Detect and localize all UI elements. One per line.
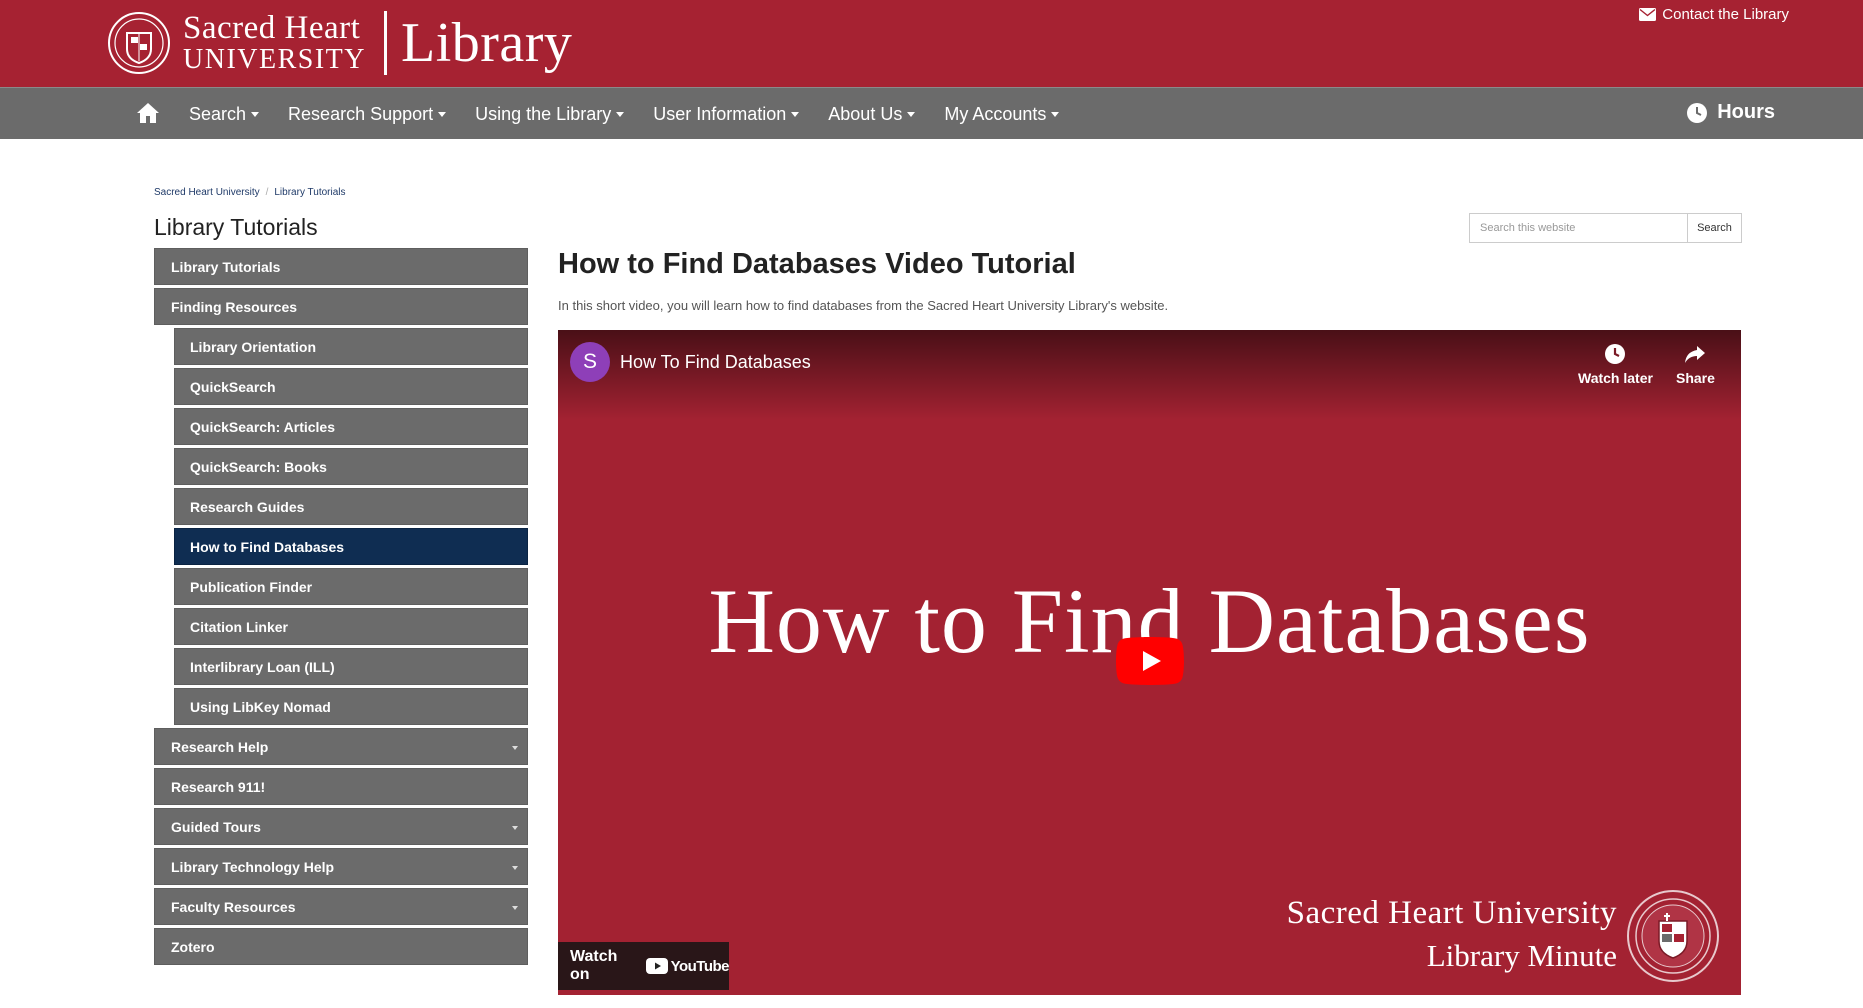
video-branding-line1: Sacred Heart University [1286, 895, 1617, 931]
share-arrow-icon [1685, 346, 1706, 363]
sidebar-item-quicksearch-articles[interactable]: QuickSearch: Articles [174, 408, 528, 445]
page-description: In this short video, you will learn how … [558, 298, 1169, 313]
youtube-wordmark: YouTube [670, 957, 730, 975]
caret-down-icon [1051, 111, 1060, 117]
caret-down-icon [512, 746, 518, 750]
nav-item-label: Search [189, 103, 247, 124]
page-title: How to Find Databases Video Tutorial [558, 248, 1076, 280]
site-logo[interactable]: Sacred Heart UNIVERSITY Library [107, 10, 572, 76]
search-button[interactable]: Search [1687, 214, 1741, 242]
breadcrumb-home[interactable]: Sacred Heart University [154, 187, 260, 198]
sidebar-item-citation-linker[interactable]: Citation Linker [174, 608, 528, 645]
caret-down-icon [438, 111, 447, 117]
hours-link[interactable]: Hours [1686, 101, 1775, 124]
nav-item-label: My Accounts [944, 103, 1047, 124]
hours-label: Hours [1717, 101, 1775, 123]
breadcrumb-separator: / [265, 187, 269, 198]
breadcrumb: Sacred Heart University / Library Tutori… [154, 187, 346, 198]
caret-down-icon [791, 111, 800, 117]
site-header: Sacred Heart UNIVERSITY Library Contact … [0, 0, 1863, 87]
sidebar-item-library-tutorials[interactable]: Library Tutorials [154, 248, 528, 285]
university-name: Sacred Heart UNIVERSITY [183, 12, 366, 74]
sidebar-item-research-help[interactable]: Research Help [154, 728, 528, 765]
channel-avatar[interactable]: S [570, 342, 610, 382]
sidebar-item-label: Library Technology Help [171, 858, 335, 875]
sidebar-item-zotero[interactable]: Zotero [154, 928, 528, 965]
sidebar-item-label: Research Help [171, 738, 269, 755]
caret-down-icon [512, 906, 518, 910]
sidebar-item-library-orientation[interactable]: Library Orientation [174, 328, 528, 365]
caret-down-icon [512, 826, 518, 830]
nav-item-user-information[interactable]: User Information [653, 103, 800, 125]
video-branding: Sacred Heart University Library Minute [1287, 895, 1617, 974]
sidebar-item-library-technology-help[interactable]: Library Technology Help [154, 848, 528, 885]
sidebar-item-label: Guided Tours [171, 818, 261, 835]
nav-item-label: Using the Library [475, 103, 612, 124]
sidebar-item-quicksearch[interactable]: QuickSearch [174, 368, 528, 405]
nav-item-label: About Us [828, 103, 903, 124]
share-label: Share [1676, 370, 1715, 386]
sidebar-item-quicksearch-books[interactable]: QuickSearch: Books [174, 448, 528, 485]
home-icon[interactable] [136, 101, 160, 125]
sidebar-title: Library Tutorials [154, 214, 318, 240]
watch-later-label: Watch later [1578, 370, 1653, 386]
site-search: Search [1469, 213, 1742, 243]
watch-later-button[interactable]: Watch later [1578, 342, 1653, 386]
nav-menu: Search Research Support Using the Librar… [189, 88, 1088, 140]
sidebar-item-publication-finder[interactable]: Publication Finder [174, 568, 528, 605]
video-top-overlay [558, 330, 1741, 420]
university-name-line2: UNIVERSITY [183, 44, 366, 75]
play-button-icon[interactable] [1116, 637, 1184, 685]
envelope-icon [1639, 8, 1657, 21]
sidebar-item-how-to-find-databases[interactable]: How to Find Databases [174, 528, 528, 565]
sidebar-item-finding-resources[interactable]: Finding Resources [154, 288, 528, 325]
contact-link[interactable]: Contact the Library [1639, 6, 1789, 23]
sidebar-item-using-libkey-nomad[interactable]: Using LibKey Nomad [174, 688, 528, 725]
youtube-play-icon [645, 958, 668, 974]
sidebar-menu: Library Tutorials Finding Resources Libr… [154, 248, 528, 968]
university-seal-icon [108, 12, 170, 74]
watch-on-youtube-button[interactable]: Watch on YouTube [558, 942, 730, 990]
sidebar-item-research-911[interactable]: Research 911! [154, 768, 528, 805]
contact-label: Contact the Library [1662, 6, 1789, 23]
nav-item-my-accounts[interactable]: My Accounts [944, 103, 1060, 125]
sidebar-item-research-guides[interactable]: Research Guides [174, 488, 528, 525]
library-wordmark: Library [401, 12, 573, 74]
nav-item-about-us[interactable]: About Us [828, 103, 916, 125]
watch-on-label: Watch on [570, 948, 618, 983]
sidebar-item-faculty-resources[interactable]: Faculty Resources [154, 888, 528, 925]
nav-item-label: Research Support [288, 103, 434, 124]
video-branding-line2: Library Minute [1426, 938, 1617, 973]
university-name-line1: Sacred Heart [183, 10, 361, 46]
caret-down-icon [512, 866, 518, 870]
nav-item-search[interactable]: Search [189, 103, 260, 125]
share-button[interactable]: Share [1676, 342, 1715, 386]
video-player[interactable]: S How To Find Databases Watch later Shar… [558, 330, 1741, 995]
nav-item-label: User Information [653, 103, 787, 124]
caret-down-icon [616, 111, 625, 117]
sidebar-item-label: Faculty Resources [171, 898, 296, 915]
university-seal-icon [1627, 890, 1719, 982]
caret-down-icon [251, 111, 260, 117]
clock-icon [1605, 344, 1626, 364]
sidebar-item-guided-tours[interactable]: Guided Tours [154, 808, 528, 845]
video-title[interactable]: How To Find Databases [620, 352, 811, 373]
sidebar-item-interlibrary-loan[interactable]: Interlibrary Loan (ILL) [174, 648, 528, 685]
search-input[interactable] [1470, 214, 1687, 242]
nav-item-research-support[interactable]: Research Support [288, 103, 447, 125]
clock-icon [1687, 102, 1708, 123]
youtube-logo: YouTube [645, 957, 730, 975]
main-navigation: Search Research Support Using the Librar… [0, 87, 1863, 139]
caret-down-icon [907, 111, 916, 117]
nav-item-using-the-library[interactable]: Using the Library [475, 103, 625, 125]
brand-divider [384, 11, 387, 75]
breadcrumb-library-tutorials[interactable]: Library Tutorials [274, 187, 345, 198]
